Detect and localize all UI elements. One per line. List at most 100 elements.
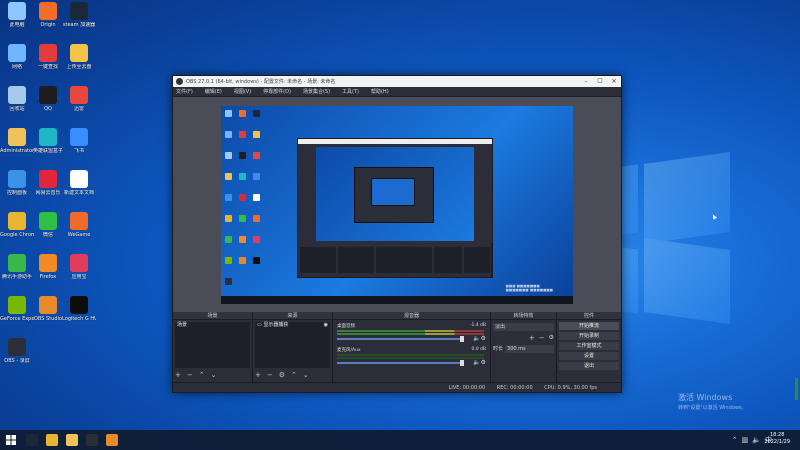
desktop-icon[interactable]: 此电脑 bbox=[0, 2, 34, 46]
desktop-icon[interactable]: 网易云音乐 bbox=[31, 170, 65, 214]
menu-file[interactable]: 文件(F) bbox=[176, 88, 193, 95]
minimize-icon[interactable]: – bbox=[579, 78, 593, 85]
desktop-icon[interactable]: Administrator bbox=[0, 128, 34, 172]
desktop-icon[interactable]: Origin bbox=[31, 2, 65, 46]
duration-input[interactable]: 300 ms bbox=[505, 344, 554, 353]
desktop-icon[interactable]: 回收站 bbox=[0, 86, 34, 130]
desktop-icon[interactable]: 上传至云盘 bbox=[62, 44, 96, 88]
preview-canvas[interactable]: ■■■ ■■■■■■■ ■■■■■■■ ■■■■■■■ bbox=[221, 106, 573, 304]
desktop-icon[interactable]: 新建文本文档 bbox=[62, 170, 96, 214]
menu-help[interactable]: 帮助(H) bbox=[371, 88, 389, 95]
desktop-icon[interactable]: Logitech G HUB bbox=[62, 296, 96, 340]
menu-edit[interactable]: 编辑(E) bbox=[205, 88, 222, 95]
desktop-icon[interactable]: 英雄联盟盒子 bbox=[31, 128, 65, 172]
transition-settings-gear-icon[interactable]: ⚙ bbox=[549, 334, 554, 341]
maximize-icon[interactable]: ☐ bbox=[593, 78, 607, 85]
preview-activation-text: ■■■ ■■■■■■■ ■■■■■■■ ■■■■■■■ bbox=[505, 284, 553, 292]
edge-widget bbox=[795, 378, 798, 400]
chrome-icon bbox=[46, 434, 58, 446]
source-item[interactable]: ▭ 显示器捕获 ◉ bbox=[255, 322, 330, 329]
menu-scene-collection[interactable]: 场景集合(S) bbox=[303, 88, 330, 95]
desktop-icon[interactable]: 迅雷 bbox=[62, 86, 96, 130]
desktop-icon[interactable]: steam 加速器 bbox=[62, 2, 96, 46]
desktop-icon-label: OBS - 录屏 bbox=[4, 358, 30, 364]
mixer-dock-title: 混音器 bbox=[333, 312, 490, 320]
desktop-icon[interactable]: GeForce Experience bbox=[0, 296, 34, 340]
taskbar-app-wegame[interactable] bbox=[102, 430, 122, 450]
desktop-icon[interactable]: Google Chrome bbox=[0, 212, 34, 256]
volume-meter-left bbox=[337, 330, 484, 332]
desktop-icon[interactable]: Firefox bbox=[31, 254, 65, 298]
visibility-eye-icon[interactable]: ◉ bbox=[324, 322, 328, 329]
settings-button[interactable]: 设置 bbox=[559, 352, 619, 360]
desktop-icon[interactable]: OBS - 录屏 bbox=[0, 338, 34, 382]
exit-button[interactable]: 退出 bbox=[559, 362, 619, 370]
mixer-dock: 混音器 桌面音频 -1.4 dB 🔈⚙ 麦克风/Aux 0.0 dB 🔈⚙ bbox=[333, 312, 491, 382]
speaker-icon[interactable]: 🔈⚙ bbox=[473, 359, 486, 366]
file-explorer-icon bbox=[66, 434, 78, 446]
start-streaming-button[interactable]: 开始推流 bbox=[559, 322, 619, 330]
taskbar-app-chrome[interactable] bbox=[42, 430, 62, 450]
volume-slider[interactable] bbox=[337, 336, 464, 342]
desktop-icon[interactable]: 一键查找 bbox=[31, 44, 65, 88]
studio-mode-button[interactable]: 工作室模式 bbox=[559, 342, 619, 350]
volume-icon[interactable]: 🔈 bbox=[752, 436, 761, 444]
desktop-icon[interactable]: 微信 bbox=[31, 212, 65, 256]
add-scene-icon[interactable]: + bbox=[175, 371, 181, 379]
preview-desktop-icon bbox=[225, 236, 232, 243]
source-settings-gear-icon[interactable]: ⚙ bbox=[279, 371, 285, 379]
tray-chevron-icon[interactable]: ⌃ bbox=[732, 436, 738, 444]
desktop-icon[interactable]: OBS Studio bbox=[31, 296, 65, 340]
preview-desktop-icon bbox=[239, 131, 246, 138]
add-transition-icon[interactable]: + bbox=[529, 334, 535, 342]
remove-scene-icon[interactable]: − bbox=[187, 371, 193, 379]
scene-item[interactable]: 场景 bbox=[175, 322, 250, 329]
start-recording-button[interactable]: 开始录制 bbox=[559, 332, 619, 340]
scenes-dock-title: 场景 bbox=[173, 312, 252, 320]
add-source-icon[interactable]: + bbox=[255, 371, 261, 379]
taskbar-clock[interactable]: 18:28 2022/1/29 bbox=[764, 432, 790, 446]
remove-source-icon[interactable]: − bbox=[267, 371, 273, 379]
transition-select[interactable]: 淡出 bbox=[493, 322, 554, 331]
desktop-icon-image bbox=[70, 296, 88, 314]
close-icon[interactable]: ✕ bbox=[607, 78, 621, 85]
desktop-icon-label: 此电脑 bbox=[9, 22, 25, 28]
taskbar-app-steam[interactable] bbox=[22, 430, 42, 450]
taskbar-app-file-explorer[interactable] bbox=[62, 430, 82, 450]
nested-titlebar bbox=[298, 139, 492, 144]
sources-dock-title: 来源 bbox=[253, 312, 332, 320]
menu-view[interactable]: 视图(V) bbox=[234, 88, 251, 95]
taskbar-app-obs[interactable] bbox=[82, 430, 102, 450]
speaker-icon[interactable]: 🔈⚙ bbox=[473, 335, 486, 342]
menu-tools[interactable]: 工具(T) bbox=[342, 88, 359, 95]
desktop-icon-label: 应用宝 bbox=[71, 274, 87, 280]
slider-knob[interactable] bbox=[460, 336, 464, 342]
desktop-icon[interactable]: 应用宝 bbox=[62, 254, 96, 298]
desktop-icon-label: 英雄联盟盒子 bbox=[32, 148, 63, 154]
obs-titlebar[interactable]: OBS 27.0.1 (64-bit, windows) - 配置文件: 未命名… bbox=[173, 76, 621, 87]
mixer-channel-mic: 麦克风/Aux 0.0 dB 🔈⚙ bbox=[335, 346, 488, 370]
move-down-icon[interactable]: ⌄ bbox=[303, 371, 309, 379]
move-up-icon[interactable]: ⌃ bbox=[291, 371, 297, 379]
slider-knob[interactable] bbox=[460, 360, 464, 366]
preview-desktop-icon bbox=[239, 173, 246, 180]
desktop-icon[interactable]: 飞书 bbox=[62, 128, 96, 172]
move-down-icon[interactable]: ⌄ bbox=[211, 371, 217, 379]
start-button[interactable] bbox=[0, 430, 22, 450]
desktop-icon[interactable]: QQ bbox=[31, 86, 65, 130]
remove-transition-icon[interactable]: − bbox=[539, 334, 545, 342]
desktop-icon[interactable]: 腾讯手游助手 bbox=[0, 254, 34, 298]
desktop-icon[interactable]: 控制面板 bbox=[0, 170, 34, 214]
move-up-icon[interactable]: ⌃ bbox=[199, 371, 205, 379]
desktop-icon-label: 回收站 bbox=[9, 106, 25, 112]
source-item-label: 显示器捕获 bbox=[263, 322, 289, 328]
desktop-icon[interactable]: WeGame bbox=[62, 212, 96, 256]
transitions-dock-title: 转场特效 bbox=[491, 312, 556, 320]
obs-icon bbox=[86, 434, 98, 446]
transitions-dock: 转场特效 淡出 + − ⚙ 时长 300 ms bbox=[491, 312, 557, 382]
volume-slider[interactable] bbox=[337, 360, 464, 366]
desktop-icon[interactable]: 网络 bbox=[0, 44, 34, 88]
menu-docks[interactable]: 停靠部件(D) bbox=[263, 88, 291, 95]
network-icon[interactable]: ▥ bbox=[742, 436, 749, 444]
preview-desktop-icon bbox=[239, 152, 246, 159]
